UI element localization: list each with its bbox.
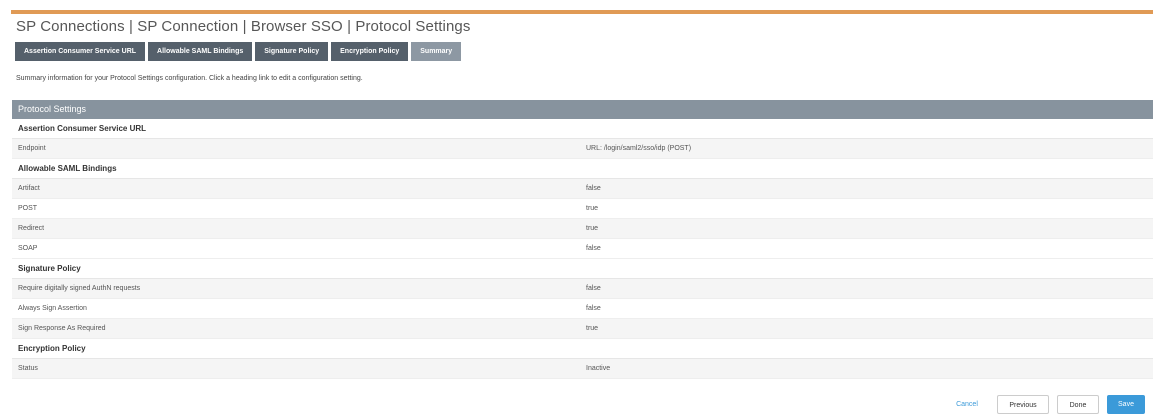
tab-encryption-policy[interactable]: Encryption Policy bbox=[331, 42, 409, 61]
cancel-button[interactable]: Cancel bbox=[953, 395, 981, 414]
row-value: Inactive bbox=[586, 365, 611, 372]
row-value: URL: /login/saml2/sso/idp (POST) bbox=[586, 145, 692, 152]
row-label: Endpoint bbox=[18, 145, 46, 152]
row-label: Status bbox=[18, 365, 38, 372]
tab-allowable-saml-bindings[interactable]: Allowable SAML Bindings bbox=[148, 42, 253, 61]
row-value: false bbox=[586, 305, 601, 312]
group-heading-label[interactable]: Signature Policy bbox=[18, 259, 81, 278]
row-value: true bbox=[586, 205, 599, 212]
table-row: SOAP false bbox=[12, 239, 1153, 259]
row-value: false bbox=[586, 185, 601, 192]
wizard-footer: Cancel Previous Done Save bbox=[0, 395, 1159, 415]
row-label: POST bbox=[18, 205, 38, 212]
group-heading-label[interactable]: Assertion Consumer Service URL bbox=[18, 119, 146, 138]
intro-text: Summary information for your Protocol Se… bbox=[16, 75, 363, 82]
table-row: Status Inactive bbox=[12, 359, 1153, 379]
group-heading-saml-bindings[interactable]: Allowable SAML Bindings bbox=[12, 159, 1153, 179]
save-button[interactable]: Save bbox=[1107, 395, 1145, 414]
wizard-tabs: Assertion Consumer Service URL Allowable… bbox=[15, 42, 462, 61]
table-row: POST true bbox=[12, 199, 1153, 219]
table-row: Sign Response As Required true bbox=[12, 319, 1153, 339]
group-heading-signature-policy[interactable]: Signature Policy bbox=[12, 259, 1153, 279]
row-label: SOAP bbox=[18, 245, 38, 252]
row-label: Sign Response As Required bbox=[18, 325, 106, 332]
page-title: SP Connections | SP Connection | Browser… bbox=[16, 18, 471, 35]
row-value: true bbox=[586, 225, 599, 232]
group-heading-label[interactable]: Allowable SAML Bindings bbox=[18, 159, 117, 178]
group-heading-acs-url[interactable]: Assertion Consumer Service URL bbox=[12, 119, 1153, 139]
group-heading-encryption-policy[interactable]: Encryption Policy bbox=[12, 339, 1153, 359]
row-label: Require digitally signed AuthN requests bbox=[18, 285, 141, 292]
group-heading-label[interactable]: Encryption Policy bbox=[18, 339, 86, 358]
tab-summary[interactable]: Summary bbox=[411, 42, 462, 61]
tab-assertion-consumer-service-url[interactable]: Assertion Consumer Service URL bbox=[15, 42, 146, 61]
previous-button[interactable]: Previous bbox=[997, 395, 1049, 414]
table-row: Require digitally signed AuthN requests … bbox=[12, 279, 1153, 299]
table-row: Always Sign Assertion false bbox=[12, 299, 1153, 319]
summary-table: Assertion Consumer Service URL Endpoint … bbox=[12, 119, 1153, 379]
table-row: Endpoint URL: /login/saml2/sso/idp (POST… bbox=[12, 139, 1153, 159]
tab-signature-policy[interactable]: Signature Policy bbox=[255, 42, 329, 61]
row-label: Artifact bbox=[18, 185, 40, 192]
table-row: Redirect true bbox=[12, 219, 1153, 239]
accent-bar bbox=[11, 10, 1153, 14]
row-value: false bbox=[586, 285, 601, 292]
section-header[interactable]: Protocol Settings bbox=[12, 100, 1153, 119]
row-label: Redirect bbox=[18, 225, 45, 232]
row-value: true bbox=[586, 325, 599, 332]
row-label: Always Sign Assertion bbox=[18, 305, 87, 312]
row-value: false bbox=[586, 245, 601, 252]
done-button[interactable]: Done bbox=[1057, 395, 1099, 414]
table-row: Artifact false bbox=[12, 179, 1153, 199]
